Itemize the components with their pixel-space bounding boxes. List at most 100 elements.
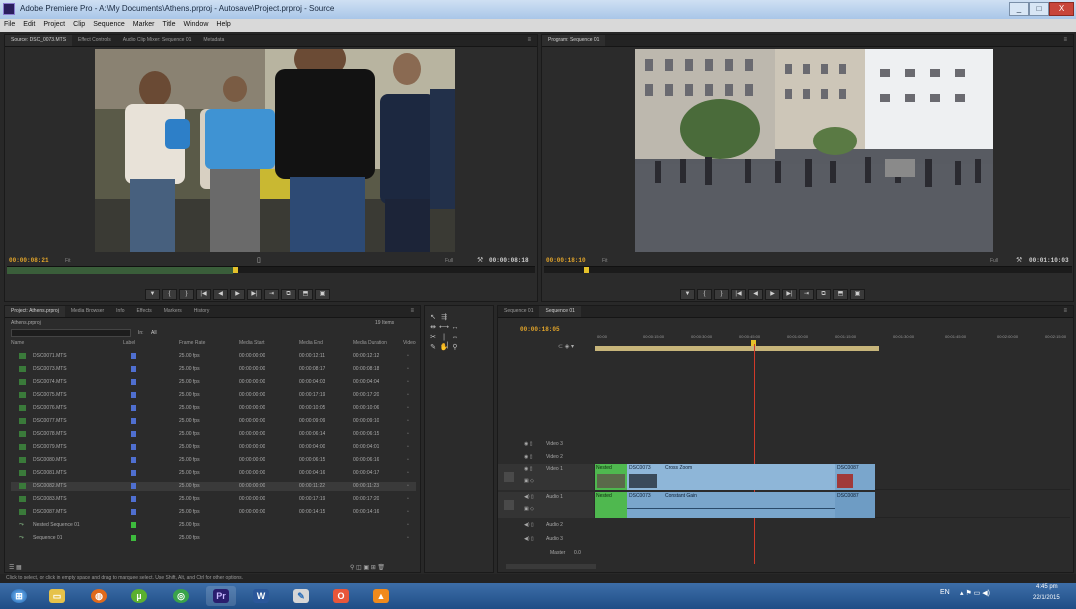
premiere-icon[interactable]: Pr — [206, 586, 236, 606]
export-frame-button[interactable]: ▣ — [850, 289, 865, 300]
project-item-row[interactable]: DSC0073.MTS 25.00 fps 00:00:00:00 00:00:08:… — [11, 365, 416, 374]
project-item-row[interactable]: DSC0082.MTS 25.00 fps 00:00:00:00 00:00:11:… — [11, 482, 416, 491]
menu-sequence[interactable]: Sequence — [89, 19, 129, 28]
clock-date[interactable]: 22/1/2015 — [1033, 595, 1060, 601]
work-area-bar[interactable] — [595, 346, 879, 351]
step-forward-button[interactable]: ▶| — [247, 289, 262, 300]
in-select[interactable]: All — [151, 330, 157, 336]
paint-icon[interactable]: ✎ — [286, 586, 316, 606]
rate-stretch-tool-icon[interactable]: ↔ — [450, 324, 460, 332]
go-to-in-button[interactable]: |◀ — [196, 289, 211, 300]
project-bottom-icons[interactable]: ⚲ ◫ ▣ ⊞ 🗑 — [350, 564, 385, 571]
go-to-out-button[interactable]: ⇥ — [264, 289, 279, 300]
timeline-timecode[interactable]: 00:00:18:05 — [520, 326, 560, 333]
source-patch-v1[interactable] — [504, 472, 514, 482]
project-item-row[interactable]: DSC0078.MTS 25.00 fps 00:00:00:00 00:00:06:… — [11, 430, 416, 439]
speaker-icon[interactable]: ◀) ▯ — [524, 536, 534, 542]
label-color-swatch[interactable] — [131, 509, 136, 515]
column-frame-rate[interactable]: Frame Rate — [179, 340, 205, 349]
keyframe-icon[interactable]: ▣ ◇ — [524, 478, 534, 484]
panel-menu-icon[interactable]: ≡ — [1063, 308, 1067, 314]
vlc-icon[interactable]: ▲ — [366, 586, 396, 606]
label-color-swatch[interactable] — [131, 366, 136, 372]
office-icon[interactable]: O — [326, 586, 356, 606]
tab-info[interactable]: Info — [110, 306, 130, 317]
hand-tool-icon[interactable]: ✋ — [439, 344, 449, 352]
label-color-swatch[interactable] — [131, 392, 136, 398]
slip-tool-icon[interactable]: |↔| — [439, 334, 449, 349]
tab-project[interactable]: Project: Athens.prproj — [5, 306, 65, 317]
menu-edit[interactable]: Edit — [19, 19, 39, 28]
menu-title[interactable]: Title — [159, 19, 180, 28]
source-playhead[interactable] — [233, 267, 238, 273]
menu-help[interactable]: Help — [212, 19, 234, 28]
list-view-icon[interactable]: ☰ ▦ — [9, 564, 22, 571]
insert-button[interactable]: ⧉ — [281, 289, 296, 300]
zoom-tool-icon[interactable]: ⚲ — [450, 344, 460, 352]
firefox-icon[interactable]: ◍ — [84, 586, 114, 606]
add-marker-button[interactable]: ▼ — [680, 289, 695, 300]
step-back-button[interactable]: ◀ — [748, 289, 763, 300]
project-search-input[interactable] — [11, 329, 131, 337]
project-item-row[interactable]: DSC0081.MTS 25.00 fps 00:00:00:00 00:00:04:… — [11, 469, 416, 478]
tab-metadata[interactable]: Metadata — [197, 35, 230, 46]
minimize-button[interactable]: _ — [1009, 2, 1029, 16]
project-item-row[interactable]: DSC0076.MTS 25.00 fps 00:00:00:00 00:00:10:… — [11, 404, 416, 413]
project-item-row[interactable]: ⤳ Sequence 01 25.00 fps ▫ — [11, 534, 416, 543]
column-name[interactable]: Name — [11, 340, 24, 349]
label-color-swatch[interactable] — [131, 496, 136, 502]
label-color-swatch[interactable] — [131, 418, 136, 424]
clip-video-dsc0087[interactable]: DSC0087 — [835, 464, 875, 490]
mark-in-button[interactable]: { — [162, 289, 177, 300]
panel-menu-icon[interactable]: ≡ — [410, 308, 414, 314]
tab-sequence-a[interactable]: Sequence 01 — [498, 306, 539, 317]
export-frame-button[interactable]: ▣ — [315, 289, 330, 300]
wrench-icon[interactable]: ⚒ — [1016, 256, 1022, 264]
column-label[interactable]: Label — [123, 340, 135, 349]
project-item-row[interactable]: DSC0080.MTS 25.00 fps 00:00:00:00 00:00:06:… — [11, 456, 416, 465]
step-back-button[interactable]: ◀ — [213, 289, 228, 300]
ripple-edit-tool-icon[interactable]: ⇹ — [428, 324, 438, 332]
pen-tool-icon[interactable]: ✎ — [428, 344, 438, 352]
tab-source[interactable]: Source: DSC_0073.MTS — [5, 35, 73, 46]
mark-out-button[interactable]: } — [179, 289, 194, 300]
explorer-icon[interactable]: ▭ — [42, 586, 72, 606]
clock-time[interactable]: 4:45 pm — [1036, 584, 1058, 590]
rolling-edit-tool-icon[interactable]: ⟷ — [439, 324, 449, 332]
clip-video-nested[interactable]: Nested — [595, 464, 627, 490]
project-item-row[interactable]: DSC0083.MTS 25.00 fps 00:00:00:00 00:00:17:… — [11, 495, 416, 504]
track-lane-a1[interactable]: Nested DSC0073 Constant Gain DSC0087 — [595, 492, 1070, 518]
project-item-row[interactable]: DSC0087.MTS 25.00 fps 00:00:00:00 00:00:14:… — [11, 508, 416, 517]
maximize-button[interactable]: □ — [1029, 2, 1049, 16]
mark-in-button[interactable]: { — [697, 289, 712, 300]
source-fit-select[interactable]: Fit — [65, 258, 71, 264]
chrome-icon[interactable]: ◎ — [166, 586, 196, 606]
play-button[interactable]: ▶ — [765, 289, 780, 300]
marker-icon[interactable]: ▯ — [257, 256, 261, 264]
speaker-icon[interactable]: ◀) ▯ — [524, 522, 534, 528]
menu-window[interactable]: Window — [179, 19, 212, 28]
track-select-tool-icon[interactable]: ⇶ — [439, 314, 449, 322]
tab-effect-controls[interactable]: Effect Controls — [72, 35, 117, 46]
project-item-row[interactable]: DSC0077.MTS 25.00 fps 00:00:00:00 00:00:09:… — [11, 417, 416, 426]
project-item-row[interactable]: DSC0079.MTS 25.00 fps 00:00:00:00 00:00:04:… — [11, 443, 416, 452]
label-color-swatch[interactable] — [131, 431, 136, 437]
column-media-start[interactable]: Media Start — [239, 340, 265, 349]
razor-tool-icon[interactable]: ✂ — [428, 334, 438, 342]
eye-icon[interactable]: ◉ ▯ — [524, 454, 533, 460]
project-item-row[interactable]: DSC0074.MTS 25.00 fps 00:00:00:00 00:00:04:… — [11, 378, 416, 387]
menu-marker[interactable]: Marker — [129, 19, 159, 28]
program-fit-select[interactable]: Fit — [602, 258, 608, 264]
label-color-swatch[interactable] — [131, 444, 136, 450]
column-video[interactable]: Video — [403, 340, 416, 349]
go-to-out-button[interactable]: ⇥ — [799, 289, 814, 300]
word-icon[interactable]: W — [246, 586, 276, 606]
overwrite-button[interactable]: ⬒ — [298, 289, 313, 300]
wrench-icon[interactable]: ⚒ — [477, 256, 483, 264]
snap-icon[interactable]: ⊂ ◈ ▾ — [558, 343, 574, 350]
lift-button[interactable]: ⧉ — [816, 289, 831, 300]
label-color-swatch[interactable] — [131, 353, 136, 359]
start-button[interactable]: ⊞ — [4, 586, 34, 606]
menu-clip[interactable]: Clip — [69, 19, 89, 28]
keyframe-icon[interactable]: ▣ ◇ — [524, 506, 534, 512]
